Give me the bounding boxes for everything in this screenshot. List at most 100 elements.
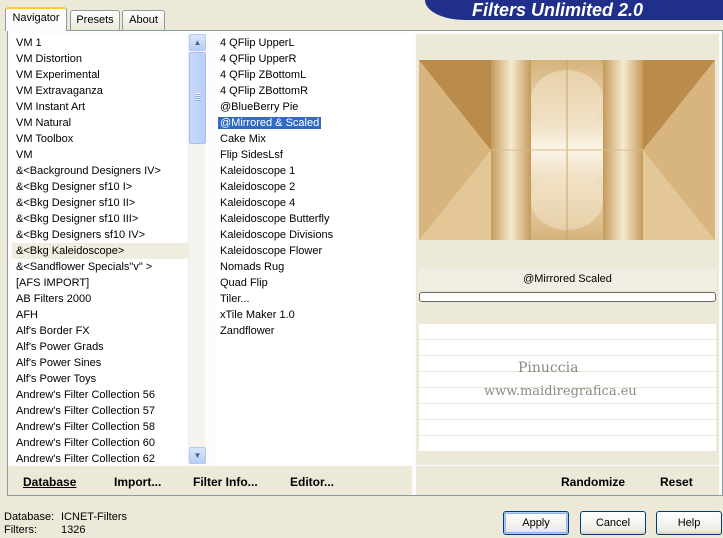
- filter-preview-image: [419, 60, 715, 240]
- category-item[interactable]: &<Bkg Designer sf10 I>: [12, 179, 188, 195]
- filter-item[interactable]: Kaleidoscope 2: [216, 179, 412, 195]
- filter-item[interactable]: @Mirrored & Scaled: [216, 115, 412, 131]
- category-item[interactable]: VM Experimental: [12, 67, 188, 83]
- filter-item[interactable]: Tiler...: [216, 291, 412, 307]
- filter-item[interactable]: Kaleidoscope Flower: [216, 243, 412, 259]
- scroll-down-button[interactable]: ▼: [189, 447, 206, 464]
- filter-item[interactable]: Quad Flip: [216, 275, 412, 291]
- filter-item[interactable]: 4 QFlip ZBottomL: [216, 67, 412, 83]
- import-button[interactable]: Import...: [114, 475, 161, 489]
- category-item[interactable]: Andrew's Filter Collection 60: [12, 435, 188, 451]
- list-item-label: Andrew's Filter Collection 60: [16, 437, 156, 449]
- reset-button[interactable]: Reset: [660, 475, 693, 489]
- list-item-label: Alf's Power Grads: [16, 341, 104, 353]
- category-item[interactable]: VM Toolbox: [12, 131, 188, 147]
- list-item-label: @BlueBerry Pie: [220, 101, 299, 113]
- category-item[interactable]: VM Instant Art: [12, 99, 188, 115]
- parameter-row: [419, 340, 716, 355]
- filter-item[interactable]: Kaleidoscope 1: [216, 163, 412, 179]
- filter-item[interactable]: Kaleidoscope Divisions: [216, 227, 412, 243]
- tab-presets[interactable]: Presets: [70, 10, 120, 30]
- filter-list[interactable]: 4 QFlip UpperL 4 QFlip UpperR 4 QFlip ZBot…: [216, 34, 412, 465]
- watermark-name: Pinuccia: [518, 360, 579, 376]
- category-item[interactable]: &<Background Designers IV>: [12, 163, 188, 179]
- category-item[interactable]: Andrew's Filter Collection 56: [12, 387, 188, 403]
- filter-item[interactable]: 4 QFlip UpperL: [216, 35, 412, 51]
- category-item[interactable]: Andrew's Filter Collection 58: [12, 419, 188, 435]
- list-item-label: &<Bkg Designers sf10 IV>: [16, 229, 146, 241]
- list-item-label: Andrew's Filter Collection 62: [16, 453, 156, 465]
- category-item[interactable]: Andrew's Filter Collection 62: [12, 451, 188, 465]
- list-item-label: Alf's Border FX: [16, 325, 90, 337]
- category-item[interactable]: Andrew's Filter Collection 57: [12, 403, 188, 419]
- list-item-label: 4 QFlip ZBottomL: [220, 69, 307, 81]
- list-item-label: Alf's Power Sines: [16, 357, 102, 369]
- filter-item[interactable]: 4 QFlip ZBottomR: [216, 83, 412, 99]
- filter-item[interactable]: Kaleidoscope Butterfly: [216, 211, 412, 227]
- apply-button[interactable]: Apply: [503, 511, 569, 535]
- list-item-label: VM: [16, 149, 33, 161]
- list-item-label: Andrew's Filter Collection 57: [16, 405, 156, 417]
- category-item[interactable]: VM Distortion: [12, 51, 188, 67]
- filter-item[interactable]: Kaleidoscope 4: [216, 195, 412, 211]
- cancel-button[interactable]: Cancel: [580, 511, 646, 535]
- list-item-label: 4 QFlip UpperR: [220, 53, 297, 65]
- list-item-label: Kaleidoscope 1: [220, 165, 296, 177]
- category-item[interactable]: VM Natural: [12, 115, 188, 131]
- category-item[interactable]: Alf's Border FX: [12, 323, 188, 339]
- category-item[interactable]: VM: [12, 147, 188, 163]
- list-item-label: Nomads Rug: [220, 261, 285, 273]
- randomize-button[interactable]: Randomize: [561, 475, 625, 489]
- database-value: ICNET-Filters: [61, 511, 127, 523]
- list-item-label: &<Sandflower Specials"v" >: [16, 261, 153, 273]
- selected-filter-name: @Mirrored Scaled: [523, 273, 612, 285]
- watermark-url: www.maidiregrafica.eu: [484, 384, 637, 399]
- list-item-label: VM Experimental: [16, 69, 100, 81]
- database-label: Database:: [4, 511, 55, 523]
- category-item[interactable]: &<Sandflower Specials"v" >: [12, 259, 188, 275]
- database-button[interactable]: Database: [23, 475, 76, 489]
- filter-item[interactable]: Zandflower: [216, 323, 412, 339]
- list-item-label: 4 QFlip ZBottomR: [220, 85, 309, 97]
- tab-about[interactable]: About: [122, 10, 165, 30]
- category-item[interactable]: Alf's Power Grads: [12, 339, 188, 355]
- category-item[interactable]: &<Bkg Designer sf10 III>: [12, 211, 188, 227]
- category-item[interactable]: &<Bkg Kaleidoscope>: [12, 243, 188, 259]
- filter-info-button[interactable]: Filter Info...: [193, 475, 258, 489]
- filter-item[interactable]: @BlueBerry Pie: [216, 99, 412, 115]
- category-item[interactable]: VM 1: [12, 35, 188, 51]
- category-item[interactable]: &<Bkg Designer sf10 II>: [12, 195, 188, 211]
- category-item[interactable]: [AFS IMPORT]: [12, 275, 188, 291]
- category-item[interactable]: VM Extravaganza: [12, 83, 188, 99]
- scroll-thumb[interactable]: [189, 52, 206, 144]
- parameter-row: [419, 324, 716, 339]
- category-item[interactable]: AFH: [12, 307, 188, 323]
- list-item-label: &<Bkg Kaleidoscope>: [16, 245, 125, 257]
- filter-item[interactable]: Nomads Rug: [216, 259, 412, 275]
- filter-item[interactable]: Cake Mix: [216, 131, 412, 147]
- category-scrollbar[interactable]: ▲ ▼: [188, 34, 206, 464]
- parameter-row: [419, 404, 716, 419]
- list-item-label: &<Bkg Designer sf10 III>: [16, 213, 139, 225]
- grip-icon: [195, 93, 201, 101]
- tab-navigator[interactable]: Navigator: [5, 7, 67, 31]
- filter-item[interactable]: Flip SidesLsf: [216, 147, 412, 163]
- list-item-label: VM 1: [16, 37, 42, 49]
- list-item-label: VM Extravaganza: [16, 85, 103, 97]
- help-button[interactable]: Help: [656, 511, 722, 535]
- list-item-label: Kaleidoscope 2: [220, 181, 296, 193]
- category-item[interactable]: Alf's Power Toys: [12, 371, 188, 387]
- parameter-row: [419, 420, 716, 435]
- list-item-label: Alf's Power Toys: [16, 373, 97, 385]
- category-list[interactable]: VM 1 VM Distortion VM Experimental VM Extra…: [12, 34, 188, 465]
- category-item[interactable]: &<Bkg Designers sf10 IV>: [12, 227, 188, 243]
- scroll-up-button[interactable]: ▲: [189, 34, 206, 51]
- category-item[interactable]: AB Filters 2000: [12, 291, 188, 307]
- editor-button[interactable]: Editor...: [290, 475, 334, 489]
- list-item-label: Kaleidoscope Butterfly: [220, 213, 330, 225]
- app-title: Filters Unlimited 2.0: [472, 0, 644, 20]
- filter-item[interactable]: xTile Maker 1.0: [216, 307, 412, 323]
- progress-bar: [419, 292, 716, 302]
- category-item[interactable]: Alf's Power Sines: [12, 355, 188, 371]
- filter-item[interactable]: 4 QFlip UpperR: [216, 51, 412, 67]
